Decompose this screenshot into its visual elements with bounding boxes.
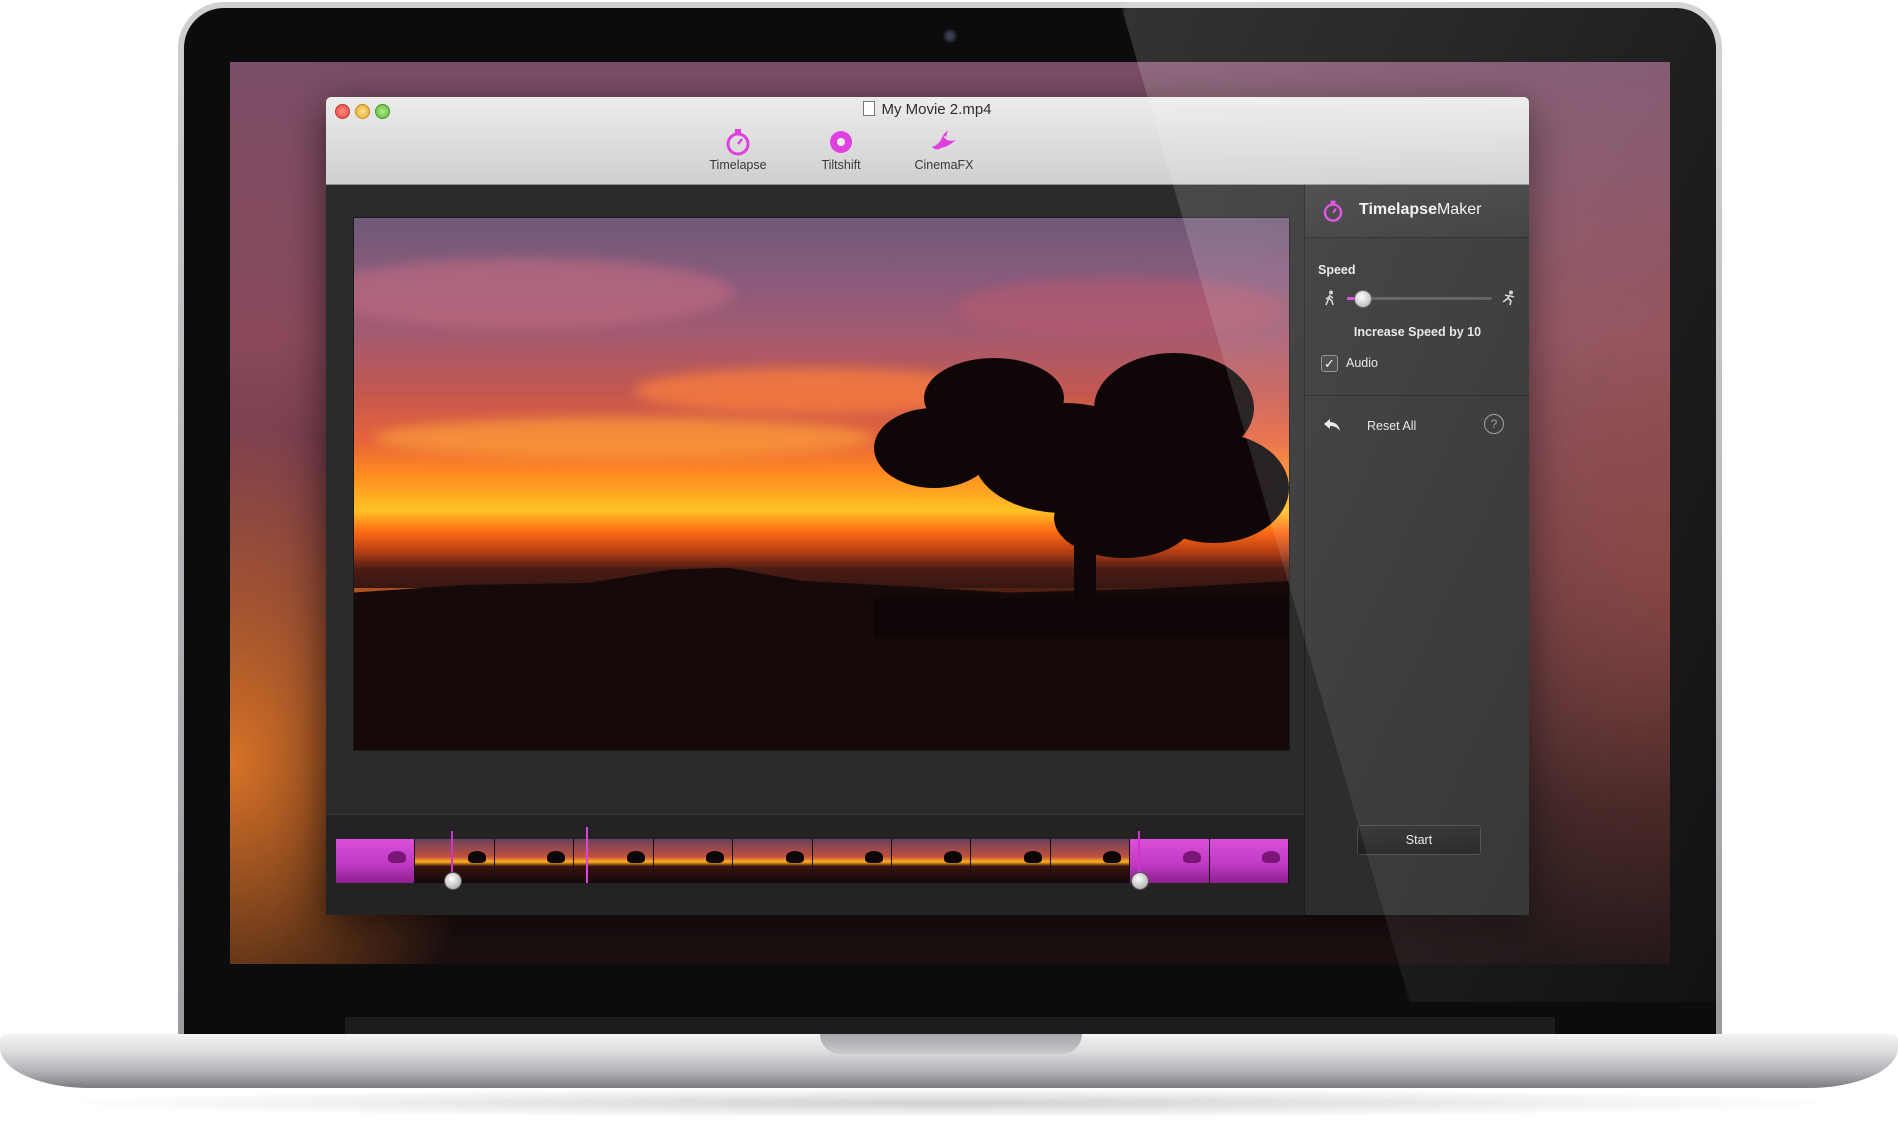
timeline-frame (336, 839, 416, 883)
timeline-frame (891, 839, 972, 883)
help-icon[interactable]: ? (1484, 414, 1504, 434)
video-preview[interactable] (353, 217, 1290, 751)
timeline-frame (733, 839, 813, 883)
reset-section: Reset All ? (1305, 396, 1529, 456)
timeline-frame (1050, 839, 1131, 883)
camera-icon (943, 29, 957, 43)
sky-cloud (354, 258, 734, 328)
sidebar: TimelapseMaker Speed Increase Speed by 1… (1304, 185, 1529, 915)
sidebar-title-regular: Maker (1436, 201, 1482, 218)
trim-end-handle[interactable] (1131, 872, 1150, 890)
audio-label[interactable]: Audio (1346, 356, 1378, 370)
laptop-shadow (40, 1088, 1858, 1118)
speed-slider-thumb[interactable] (1353, 290, 1372, 308)
laptop-chin (345, 1017, 1555, 1035)
window-title: My Movie 2.mp4 (326, 101, 1529, 118)
timeline-frame (971, 839, 1051, 883)
sidebar-header: TimelapseMaker (1305, 185, 1529, 238)
speed-section: Speed Increase Speed by 10 ✓ Audio (1305, 238, 1529, 396)
bird-icon (932, 130, 956, 150)
stopwatch-icon (1323, 200, 1343, 222)
title-bar: My Movie 2.mp4 Timelapse Tiltshift Cinem… (326, 97, 1529, 185)
sky-cloud (374, 418, 874, 458)
reset-all-button[interactable]: Reset All (1367, 419, 1416, 433)
tree-silhouette (874, 353, 1289, 638)
running-person-icon (1502, 290, 1515, 306)
speed-label: Speed (1318, 263, 1356, 277)
sidebar-title-bold: Timelapse (1359, 201, 1437, 218)
audio-checkbox[interactable]: ✓ (1321, 355, 1338, 372)
tab-cinemafx[interactable]: CinemaFX (899, 127, 989, 172)
stopwatch-icon (726, 129, 750, 156)
tab-tiltshift-label: Tiltshift (821, 158, 861, 172)
app-window: My Movie 2.mp4 Timelapse Tiltshift Cinem… (326, 97, 1529, 915)
screen: My Movie 2.mp4 Timelapse Tiltshift Cinem… (230, 62, 1670, 964)
tab-timelapse-label: Timelapse (709, 158, 767, 172)
speed-description: Increase Speed by 10 (1353, 325, 1482, 339)
trim-start-handle[interactable] (444, 872, 463, 890)
timeline-panel (326, 814, 1304, 915)
timeline-frame (494, 839, 575, 883)
timeline-frame (653, 839, 734, 883)
laptop-notch (820, 1034, 1082, 1054)
sidebar-title: TimelapseMaker (1359, 201, 1481, 219)
window-title-text: My Movie 2.mp4 (881, 101, 992, 118)
tiltshift-circle-icon (830, 131, 852, 153)
timeline-frame (1209, 839, 1289, 883)
timeline-frame (812, 839, 892, 883)
playhead[interactable] (585, 827, 588, 883)
tab-cinemafx-label: CinemaFX (914, 158, 974, 172)
document-icon (863, 101, 876, 116)
start-button[interactable]: Start (1357, 825, 1481, 855)
tab-timelapse[interactable]: Timelapse (693, 127, 783, 172)
sky-cloud (954, 278, 1284, 338)
undo-arrow-icon[interactable] (1323, 418, 1341, 432)
tab-tiltshift[interactable]: Tiltshift (796, 127, 886, 172)
walking-person-icon (1325, 290, 1334, 306)
